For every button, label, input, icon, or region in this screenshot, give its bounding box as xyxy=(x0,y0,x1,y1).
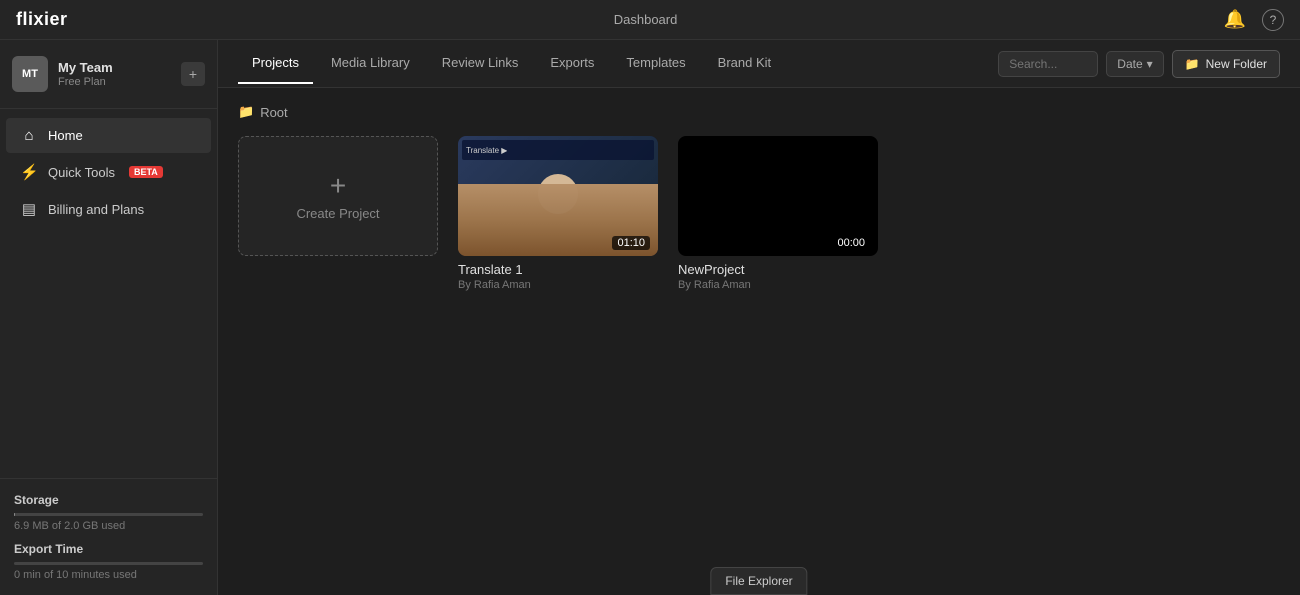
create-plus-icon: + xyxy=(330,172,346,200)
file-explorer-label: File Explorer xyxy=(725,574,792,588)
tab-templates[interactable]: Templates xyxy=(612,43,699,84)
file-explorer-tooltip[interactable]: File Explorer xyxy=(710,567,807,595)
export-info: 0 min of 10 minutes used xyxy=(14,569,203,581)
app-logo: flixier xyxy=(16,9,68,30)
project-card-newproject[interactable]: 00:00 NewProject By Rafia Aman xyxy=(678,136,878,291)
export-progress-bar xyxy=(14,562,203,565)
tabs-bar: Projects Media Library Review Links Expo… xyxy=(218,40,1300,88)
sidebar-item-billing-label: Billing and Plans xyxy=(48,202,144,217)
sidebar-item-quick-tools-label: Quick Tools xyxy=(48,165,115,180)
date-sort-button[interactable]: Date ▾ xyxy=(1106,51,1163,77)
content-area: Projects Media Library Review Links Expo… xyxy=(218,40,1300,595)
breadcrumb-label: Root xyxy=(260,105,287,120)
storage-info: 6.9 MB of 2.0 GB used xyxy=(14,520,203,532)
create-project-card[interactable]: + Create Project xyxy=(238,136,438,256)
team-avatar: MT xyxy=(12,56,48,92)
billing-icon: ▤ xyxy=(20,200,38,218)
sidebar-item-home-label: Home xyxy=(48,128,83,143)
sidebar-item-home[interactable]: ⌂ Home xyxy=(6,118,211,153)
project-thumbnail-newproject: 00:00 xyxy=(678,136,878,256)
project-card-translate1[interactable]: Translate ▶ 01:10 Translate 1 By Rafia A… xyxy=(458,136,658,291)
project-title-translate1: Translate 1 xyxy=(458,262,658,277)
tab-exports[interactable]: Exports xyxy=(536,43,608,84)
storage-progress-bar xyxy=(14,513,203,516)
page-title: Dashboard xyxy=(614,12,678,27)
tabs-right: Date ▾ 📁 New Folder xyxy=(998,50,1280,78)
tab-brand-kit[interactable]: Brand Kit xyxy=(704,43,785,84)
chevron-down-icon: ▾ xyxy=(1147,57,1153,71)
tab-projects[interactable]: Projects xyxy=(238,43,313,84)
main-layout: MT My Team Free Plan + ⌂ Home ⚡ Quick To… xyxy=(0,40,1300,595)
sidebar: MT My Team Free Plan + ⌂ Home ⚡ Quick To… xyxy=(0,40,218,595)
breadcrumb: 📁 Root xyxy=(238,104,1280,120)
project-thumbnail-translate1: Translate ▶ 01:10 xyxy=(458,136,658,256)
nav-section: ⌂ Home ⚡ Quick Tools beta ▤ Billing and … xyxy=(0,109,217,478)
beta-badge: beta xyxy=(129,166,163,178)
project-duration-translate1: 01:10 xyxy=(612,236,650,250)
topbar-icons: 🔔 ? xyxy=(1224,9,1284,31)
project-title-newproject: NewProject xyxy=(678,262,878,277)
export-time-label: Export Time xyxy=(14,542,203,556)
team-info: My Team Free Plan xyxy=(58,60,171,89)
storage-label: Storage xyxy=(14,493,203,507)
team-settings-button[interactable]: + xyxy=(181,62,205,86)
tab-review-links[interactable]: Review Links xyxy=(428,43,533,84)
project-author-translate1: By Rafia Aman xyxy=(458,279,658,291)
topbar: flixier Dashboard 🔔 ? xyxy=(0,0,1300,40)
storage-progress-fill xyxy=(14,513,15,516)
home-icon: ⌂ xyxy=(20,127,38,144)
new-folder-button[interactable]: 📁 New Folder xyxy=(1172,50,1280,78)
projects-grid: + Create Project xyxy=(238,136,1280,291)
team-name: My Team xyxy=(58,60,171,77)
team-section: MT My Team Free Plan + xyxy=(0,40,217,109)
notification-icon[interactable]: 🔔 xyxy=(1224,9,1246,30)
team-plan: Free Plan xyxy=(58,76,171,88)
breadcrumb-folder-icon: 📁 xyxy=(238,104,254,120)
tab-media-library[interactable]: Media Library xyxy=(317,43,424,84)
project-author-newproject: By Rafia Aman xyxy=(678,279,878,291)
sidebar-item-billing[interactable]: ▤ Billing and Plans xyxy=(6,191,211,227)
help-icon[interactable]: ? xyxy=(1262,9,1284,31)
project-duration-newproject: 00:00 xyxy=(832,236,870,250)
sidebar-bottom: Storage 6.9 MB of 2.0 GB used Export Tim… xyxy=(0,478,217,595)
folder-icon: 📁 xyxy=(1185,57,1200,71)
create-project-label: Create Project xyxy=(296,206,379,221)
quick-tools-icon: ⚡ xyxy=(20,163,38,181)
projects-content: 📁 Root + Create Project xyxy=(218,88,1300,595)
sidebar-item-quick-tools[interactable]: ⚡ Quick Tools beta xyxy=(6,154,211,190)
search-input[interactable] xyxy=(998,51,1098,77)
